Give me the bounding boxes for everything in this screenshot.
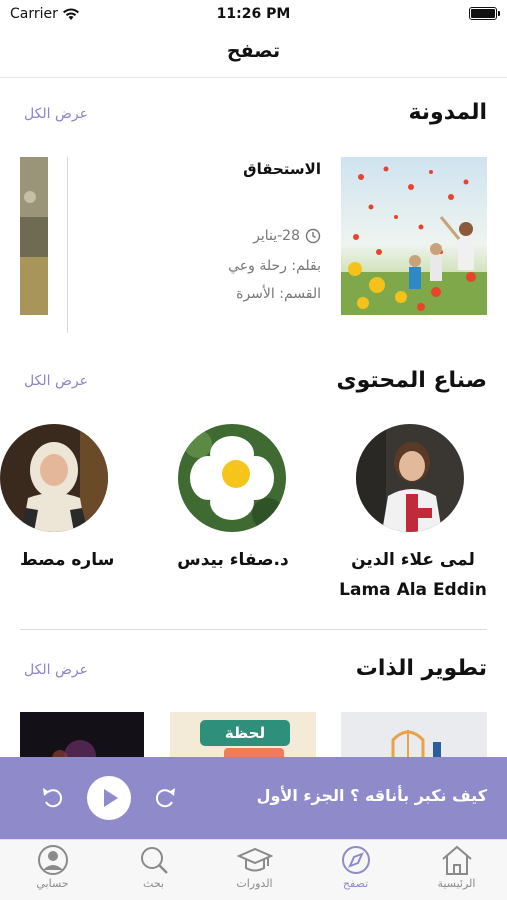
self-dev-section-title: تطوير الذات [355,656,487,681]
blog-post-image-next[interactable] [20,157,48,315]
play-button[interactable] [87,776,131,820]
blog-post-category: القسم: الأسرة [236,286,321,302]
home-icon [441,845,472,875]
blog-post-author: بقلم: رحلة وعي [228,258,321,274]
blog-post-title[interactable]: الاستحقاق [243,160,321,178]
creators-view-all-link[interactable]: عرض الكل [24,373,88,389]
play-icon [104,789,118,807]
tab-courses[interactable]: الدورات [204,840,305,900]
mini-player[interactable]: كيف نكبر بأناقه ؟ الجزء الأول [0,757,507,839]
nav-bar: تصفح [0,30,507,78]
rewind-icon[interactable] [39,784,67,812]
user-circle-icon [37,845,68,875]
avatar[interactable] [356,424,464,532]
self-dev-card-badge: لحظة [200,720,290,746]
self-dev-card[interactable] [20,712,144,762]
tab-label: الرئيسية [437,877,476,890]
blog-post-date-text: 28-يناير [253,228,300,244]
avatar[interactable] [0,424,108,532]
creators-section-title: صناع المحتوى [336,368,487,393]
blog-section-title: المدونة [408,100,487,125]
tab-label: الدورات [236,877,273,890]
blog-post-date: 28-يناير [253,228,321,244]
self-dev-card[interactable] [341,712,487,762]
tab-label: تصفح [342,877,369,890]
tab-label: بحث [143,877,164,890]
compass-icon [341,846,370,874]
tab-label: حسابي [36,877,69,890]
avatar[interactable] [178,424,286,532]
tab-browse[interactable]: تصفح [305,840,406,900]
status-bar: Carrier 11:26 PM [0,0,507,28]
creator-name[interactable]: لمى علاء الدين [340,550,486,570]
status-time: 11:26 PM [216,6,291,22]
player-title[interactable]: كيف نكبر بأناقه ؟ الجزء الأول [257,786,487,805]
divider [20,629,487,630]
self-dev-view-all-link[interactable]: عرض الكل [24,662,88,678]
self-dev-card[interactable]: لحظة [170,712,316,762]
creator-name[interactable]: د.صفاء بيدس [160,550,306,570]
creator-name-en[interactable]: Lama Ala Eddin [330,580,496,600]
creator-name[interactable]: ساره مصط [20,550,130,570]
tab-search[interactable]: بحث [103,840,204,900]
tab-home[interactable]: الرئيسية [406,840,507,900]
divider [67,157,68,333]
tab-account[interactable]: حسابي [2,840,103,900]
forward-icon[interactable] [151,784,179,812]
blog-post-image[interactable] [341,157,487,315]
search-icon [140,847,168,874]
clock-icon [305,228,321,244]
blog-view-all-link[interactable]: عرض الكل [24,106,88,122]
page-title: تصفح [226,40,281,62]
graduation-cap-icon [236,847,273,872]
tab-bar: الرئيسية تصفح الدورات بحث حسابي [0,839,507,900]
battery-icon [469,7,500,20]
